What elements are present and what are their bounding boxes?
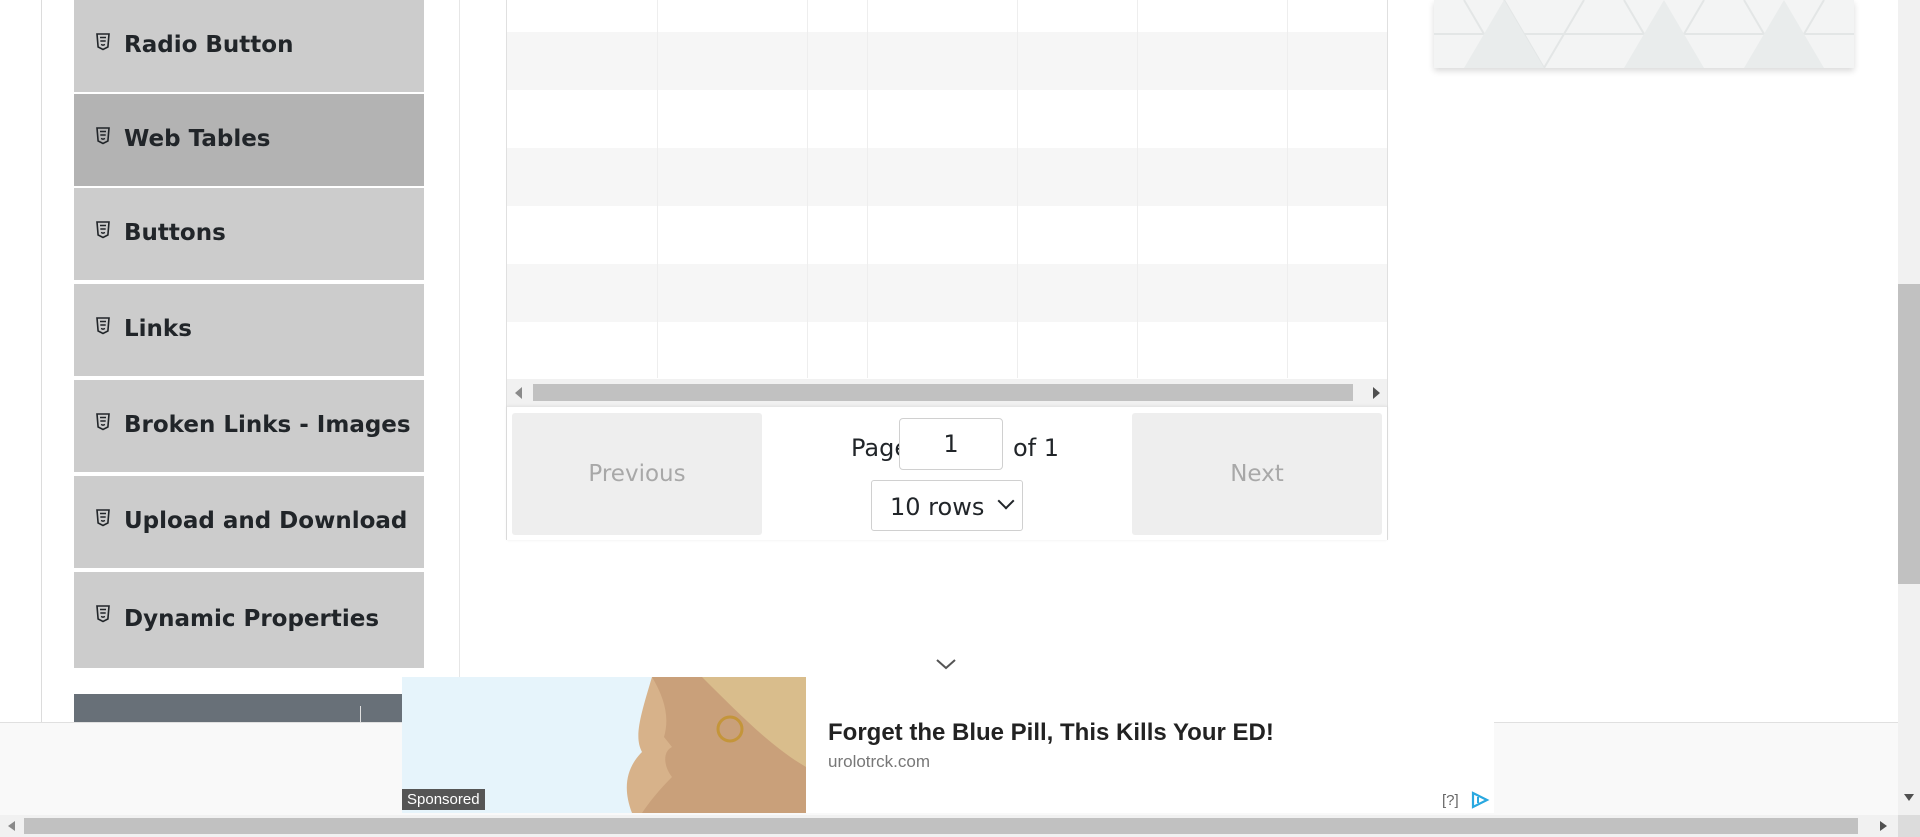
sidebar-item-label: Radio Button (124, 32, 294, 58)
scrollbar-thumb[interactable] (24, 818, 1858, 834)
table-row (507, 322, 1387, 379)
column-divider (1287, 0, 1288, 378)
chevron-down-icon[interactable] (935, 657, 957, 671)
scroll-right-arrow-icon[interactable] (1880, 821, 1887, 831)
web-table: Previous Page of 1 10 rows Next (506, 0, 1388, 540)
pagination-bar: Previous Page of 1 10 rows Next (507, 406, 1387, 540)
html5-icon (96, 127, 110, 145)
ad-image: Sponsored (402, 677, 806, 813)
table-row (507, 148, 1387, 206)
sidebar-item-label: Broken Links - Images (124, 412, 411, 438)
ad-pattern-image (1434, 0, 1854, 68)
sidebar-item-dynamic-properties[interactable]: Dynamic Properties (74, 572, 424, 670)
column-divider (657, 0, 658, 378)
scroll-left-arrow-icon[interactable] (8, 821, 15, 831)
table-horizontal-scrollbar[interactable] (507, 379, 1387, 406)
scrollbar-thumb[interactable] (533, 384, 1353, 401)
group-divider (360, 706, 361, 722)
chevron-down-icon (997, 492, 1015, 510)
sidebar-item-label: Links (124, 316, 192, 342)
column-divider (1017, 0, 1018, 378)
ad-title[interactable]: Forget the Blue Pill, This Kills Your ED… (828, 719, 1274, 747)
scrollbar-corner (1898, 815, 1920, 837)
scroll-right-arrow-icon[interactable] (1373, 387, 1380, 399)
page-number-input[interactable] (899, 418, 1003, 470)
column-divider (867, 0, 868, 378)
sidebar-item-label: Upload and Download (124, 508, 408, 534)
sponsored-ad-banner[interactable]: Sponsored Forget the Blue Pill, This Kil… (402, 677, 1494, 813)
page-controls: Page of 1 10 rows (807, 407, 1087, 540)
table-row (507, 32, 1387, 90)
table-row (507, 264, 1387, 322)
sidebar-left-border (41, 0, 42, 722)
column-divider (807, 0, 808, 378)
sidebar-item-label: Web Tables (124, 126, 271, 152)
page-vertical-scrollbar[interactable] (1898, 0, 1920, 815)
next-button[interactable]: Next (1132, 413, 1382, 535)
table-row (507, 0, 1387, 32)
scroll-left-arrow-icon[interactable] (515, 387, 522, 399)
html5-icon (96, 413, 110, 431)
sidebar-item-radio-button[interactable]: Radio Button (74, 0, 424, 94)
scroll-down-arrow-icon[interactable] (1904, 794, 1914, 801)
sidebar-item-buttons[interactable]: Buttons (74, 188, 424, 282)
sidebar-item-web-tables[interactable]: Web Tables (74, 94, 424, 188)
rows-per-page-select[interactable]: 10 rows (871, 480, 1023, 531)
sidebar-item-broken-links[interactable]: Broken Links - Images (74, 380, 424, 474)
sidebar-group-header[interactable] (74, 694, 402, 722)
html5-icon (96, 221, 110, 239)
sidebar-item-label: Buttons (124, 220, 226, 246)
html5-icon (96, 33, 110, 51)
ad-domain[interactable]: urolotrck.com (828, 752, 930, 772)
previous-button[interactable]: Previous (512, 413, 762, 535)
rows-per-page-value: 10 rows (890, 493, 985, 521)
sponsored-label: Sponsored (402, 789, 485, 810)
total-pages-label: of 1 (1013, 434, 1060, 462)
table-row (507, 206, 1387, 264)
adchoices-icon[interactable] (1470, 791, 1490, 809)
page-horizontal-scrollbar[interactable] (0, 815, 1898, 837)
ad-info-link[interactable]: [?] (1442, 792, 1459, 809)
scrollbar-thumb[interactable] (1898, 284, 1920, 584)
side-ad-card[interactable] (1434, 0, 1854, 68)
sidebar-item-links[interactable]: Links (74, 284, 424, 378)
sidebar-item-label: Dynamic Properties (124, 606, 380, 632)
html5-icon (96, 317, 110, 335)
sidebar-item-upload-download[interactable]: Upload and Download (74, 476, 424, 570)
content-divider (459, 0, 460, 678)
column-divider (1137, 0, 1138, 378)
table-row (507, 90, 1387, 148)
html5-icon (96, 605, 110, 623)
html5-icon (96, 509, 110, 527)
